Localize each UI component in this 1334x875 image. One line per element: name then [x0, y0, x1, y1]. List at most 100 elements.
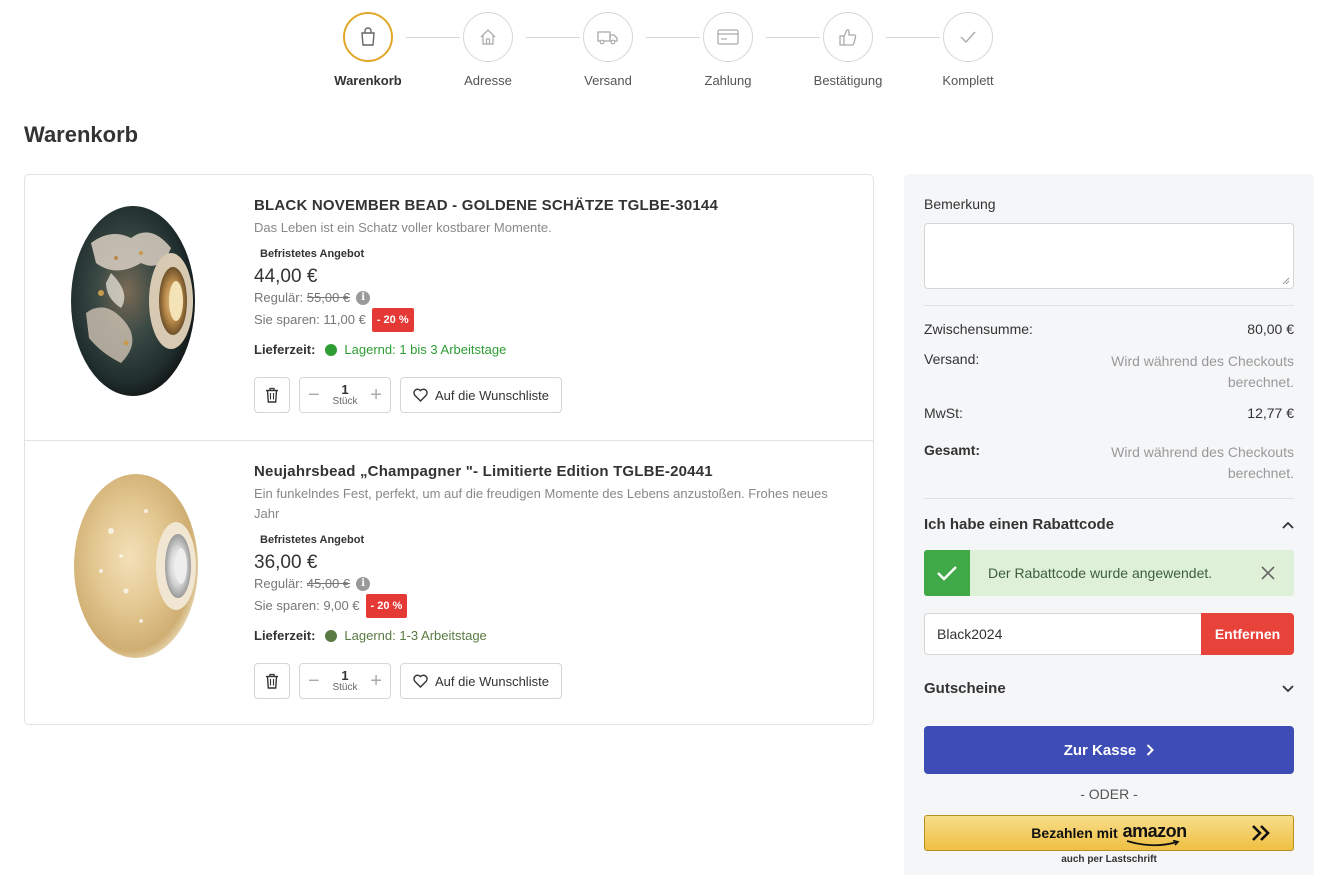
shipping-value-line2: berechnet. — [1227, 374, 1294, 390]
step-adresse[interactable]: Adresse — [428, 12, 548, 88]
step-label: Versand — [584, 73, 632, 88]
increase-quantity-button[interactable]: + — [370, 385, 382, 405]
remove-item-button[interactable] — [254, 663, 290, 699]
discount-badge: - 20 % — [371, 308, 414, 332]
step-label: Adresse — [464, 73, 512, 88]
regular-price: 55,00 € — [306, 290, 351, 305]
info-icon[interactable]: i — [356, 291, 371, 305]
offer-label: Befristetes Angebot — [260, 248, 365, 260]
vouchers-toggle[interactable]: Gutscheine — [924, 680, 1294, 697]
amazon-pay-button[interactable]: Bezahlen mit amazon — [924, 815, 1294, 851]
product-description: Ein funkelndes Fest, perfekt, um auf die… — [254, 486, 828, 521]
item-controls: − 1 Stück + Auf die Wunschliste — [254, 377, 834, 413]
product-title[interactable]: BLACK NOVEMBER BEAD - GOLDENE SCHÄTZE TG… — [254, 197, 834, 214]
checkout-stepper: Warenkorb Adresse Versand Zahlung Bestät… — [308, 12, 1028, 92]
shopping-bag-icon — [343, 12, 393, 62]
wishlist-label: Auf die Wunschliste — [435, 387, 549, 403]
add-to-wishlist-button[interactable]: Auf die Wunschliste — [400, 377, 562, 413]
step-versand[interactable]: Versand — [548, 12, 668, 88]
checkout-button[interactable]: Zur Kasse — [924, 726, 1294, 774]
chevron-down-icon — [1282, 684, 1294, 692]
regular-price-row: Regulär: 45,00 € i — [254, 574, 834, 594]
quantity-value: 1 Stück — [332, 383, 357, 407]
add-to-wishlist-button[interactable]: Auf die Wunschliste — [400, 663, 562, 699]
product-description: Das Leben ist ein Schatz voller kostbare… — [254, 220, 552, 235]
regular-label: Regulär: — [254, 290, 304, 305]
step-komplett[interactable]: Komplett — [908, 12, 1028, 88]
coupon-code-input[interactable]: Black2024 — [924, 613, 1201, 655]
offer-label: Befristetes Angebot — [260, 534, 365, 546]
total-label: Gesamt: — [924, 442, 981, 458]
regular-price-row: Regulär: 55,00 € i — [254, 288, 834, 308]
divider — [924, 305, 1294, 306]
tax-value: 12,77 € — [1247, 405, 1294, 421]
step-zahlung[interactable]: Zahlung — [668, 12, 788, 88]
step-bestaetigung[interactable]: Bestätigung — [788, 12, 908, 88]
step-warenkorb[interactable]: Warenkorb — [308, 12, 428, 88]
heart-icon — [413, 674, 428, 688]
decrease-quantity-button[interactable]: − — [308, 385, 320, 405]
chevron-right-icon — [1147, 744, 1155, 756]
step-label: Zahlung — [704, 73, 752, 88]
total-row: Gesamt: Wird während des Checkouts berec… — [924, 442, 1294, 484]
close-icon — [1261, 566, 1275, 580]
discount-heading: Ich habe einen Rabattcode — [924, 516, 1115, 533]
tax-row: MwSt: 12,77 € — [924, 405, 1294, 421]
stock-dot-icon — [325, 629, 338, 642]
chevron-up-icon — [1282, 521, 1294, 529]
or-separator: - ODER - — [1080, 786, 1138, 802]
amazon-logo: amazon — [1122, 820, 1188, 846]
shipping-value: Wird während des Checkouts berechnet. — [1111, 351, 1294, 393]
shipping-row: Versand: Wird während des Checkouts bere… — [924, 351, 1294, 393]
double-chevron-right-icon — [1252, 825, 1270, 841]
success-check-icon — [924, 550, 970, 596]
delivery-status: Lagernd: 1-3 Arbeitstage — [325, 628, 487, 643]
delivery-status-text: Lagernd: 1 bis 3 Arbeitstage — [344, 342, 507, 357]
product-price: 44,00 € — [254, 266, 318, 287]
savings-value: 9,00 € — [323, 598, 360, 613]
product-price: 36,00 € — [254, 552, 318, 573]
quantity-unit: Stück — [332, 396, 358, 407]
subtotal-label: Zwischensumme: — [924, 321, 1033, 337]
delivery-row: Lieferzeit: Lagernd: 1 bis 3 Arbeitstage — [254, 342, 834, 357]
product-info: Neujahrsbead „Champagner "- Limitierte E… — [254, 463, 834, 699]
cart-item: Neujahrsbead „Champagner "- Limitierte E… — [25, 440, 873, 705]
savings-label: Sie sparen: — [254, 598, 320, 613]
amazon-logo-text: amazon — [1122, 820, 1188, 841]
coupon-form: Black2024 Entfernen — [924, 613, 1294, 655]
wishlist-label: Auf die Wunschliste — [435, 673, 549, 689]
step-label: Warenkorb — [334, 73, 402, 88]
amazon-pay-text: Bezahlen mit amazon — [1031, 820, 1188, 846]
decrease-quantity-button[interactable]: − — [308, 671, 320, 691]
trash-icon — [266, 673, 278, 689]
checkmark-icon — [943, 12, 993, 62]
quantity-unit: Stück — [332, 682, 358, 693]
credit-card-icon — [703, 12, 753, 62]
truck-icon — [583, 12, 633, 62]
regular-label: Regulär: — [254, 576, 304, 591]
thumbs-up-icon — [823, 12, 873, 62]
quantity-stepper: − 1 Stück + — [299, 377, 391, 413]
increase-quantity-button[interactable]: + — [370, 671, 382, 691]
product-image[interactable] — [71, 203, 206, 403]
product-title[interactable]: Neujahrsbead „Champagner "- Limitierte E… — [254, 463, 834, 480]
delivery-label: Lieferzeit: — [254, 628, 316, 643]
resize-handle-icon[interactable] — [1282, 277, 1290, 285]
product-info: BLACK NOVEMBER BEAD - GOLDENE SCHÄTZE TG… — [254, 197, 834, 413]
info-icon[interactable]: i — [356, 577, 371, 591]
savings-row: Sie sparen: 9,00 € - 20 % — [254, 594, 834, 618]
discount-success-alert: Der Rabattcode wurde angewendet. — [924, 550, 1294, 596]
delivery-label: Lieferzeit: — [254, 342, 316, 357]
close-alert-button[interactable] — [1242, 565, 1294, 581]
vouchers-heading: Gutscheine — [924, 680, 1006, 697]
remove-item-button[interactable] — [254, 377, 290, 413]
quantity-number[interactable]: 1 — [332, 383, 357, 396]
product-image[interactable] — [71, 471, 206, 671]
discount-code-toggle[interactable]: Ich habe einen Rabattcode — [924, 516, 1294, 533]
total-value-line2: berechnet. — [1227, 465, 1294, 481]
remark-textarea[interactable] — [924, 223, 1294, 289]
remove-coupon-button[interactable]: Entfernen — [1201, 613, 1294, 655]
quantity-number[interactable]: 1 — [332, 669, 357, 682]
amazon-sub-label: auch per Lastschrift — [1061, 854, 1157, 865]
cart-item: BLACK NOVEMBER BEAD - GOLDENE SCHÄTZE TG… — [25, 175, 873, 440]
